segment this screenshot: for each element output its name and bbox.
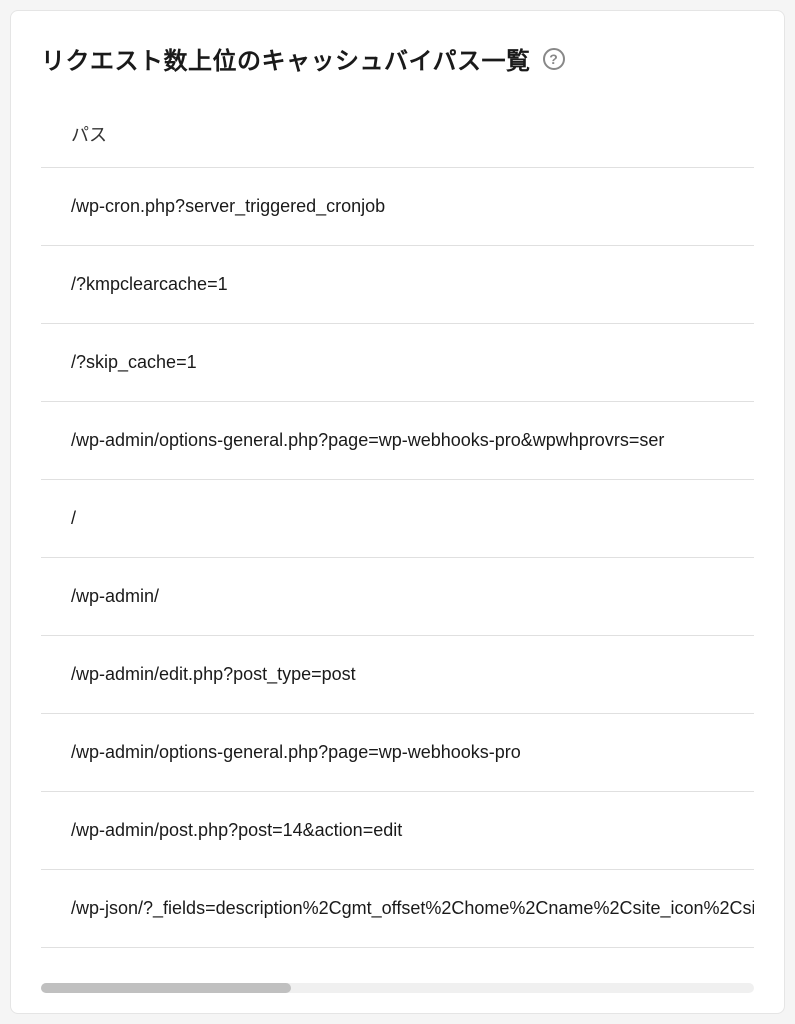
table-row: / [41, 480, 754, 558]
table-row: /wp-admin/options-general.php?page=wp-we… [41, 402, 754, 480]
card-title: リクエスト数上位のキャッシュバイパス一覧 [41, 41, 531, 76]
table-column-header-path: パス [41, 101, 754, 168]
table-row: /wp-json/?_fields=description%2Cgmt_offs… [41, 870, 754, 948]
scrollbar-thumb[interactable] [41, 983, 291, 993]
table-inner: パス /wp-cron.php?server_triggered_cronjob… [41, 101, 754, 948]
table-row: /wp-admin/options-general.php?page=wp-we… [41, 714, 754, 792]
horizontal-scrollbar[interactable] [41, 983, 754, 993]
card-header: リクエスト数上位のキャッシュバイパス一覧 ? [11, 41, 784, 101]
table-row: /?skip_cache=1 [41, 324, 754, 402]
table-row: /wp-admin/post.php?post=14&action=edit [41, 792, 754, 870]
help-icon[interactable]: ? [543, 48, 565, 70]
table-scroll-container[interactable]: パス /wp-cron.php?server_triggered_cronjob… [41, 101, 754, 968]
table-row: /wp-cron.php?server_triggered_cronjob [41, 168, 754, 246]
cache-bypass-card: リクエスト数上位のキャッシュバイパス一覧 ? パス /wp-cron.php?s… [10, 10, 785, 1014]
table-row: /wp-admin/ [41, 558, 754, 636]
table-row: /?kmpclearcache=1 [41, 246, 754, 324]
table-row: /wp-admin/edit.php?post_type=post [41, 636, 754, 714]
